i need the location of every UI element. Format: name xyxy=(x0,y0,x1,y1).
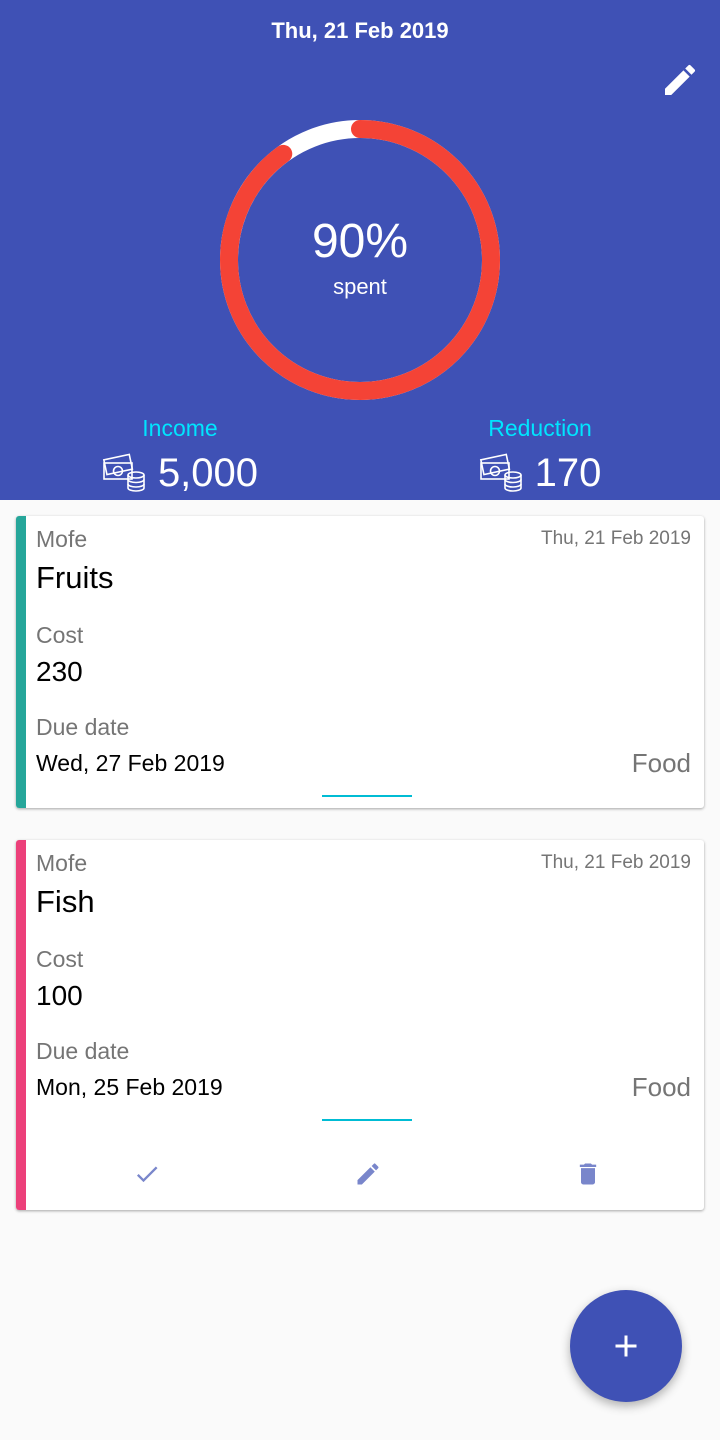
expense-created-date: Thu, 21 Feb 2019 xyxy=(541,528,691,549)
spent-label: spent xyxy=(333,274,387,299)
pencil-icon xyxy=(357,1163,379,1185)
check-icon xyxy=(136,1166,158,1183)
income-stat: Income 5,000 xyxy=(60,412,300,496)
cost-value: 100 xyxy=(36,980,83,1011)
expand-indicator xyxy=(322,1119,412,1121)
reduction-stat: Reduction 170 xyxy=(420,412,660,496)
spent-percent: 90% xyxy=(311,215,409,268)
category-color-bar xyxy=(16,840,26,1210)
reduction-label: Reduction xyxy=(488,415,592,441)
expense-category: Food xyxy=(631,748,691,778)
expense-card[interactable]: Mofe Thu, 21 Feb 2019 Fish Cost 100 Due … xyxy=(16,840,704,1210)
header-date: Thu, 21 Feb 2019 xyxy=(271,18,449,43)
pencil-icon xyxy=(665,64,696,95)
edit-budget-button[interactable] xyxy=(656,56,704,104)
ring-center: 90% spent xyxy=(210,110,510,410)
expense-created-date: Thu, 21 Feb 2019 xyxy=(541,852,691,873)
mark-paid-button[interactable] xyxy=(123,1154,171,1194)
reduction-value: 170 xyxy=(534,451,602,495)
plus-icon xyxy=(615,1335,637,1357)
cost-label: Cost xyxy=(36,622,84,648)
due-date-value: Wed, 27 Feb 2019 xyxy=(36,750,225,776)
expense-owner: Mofe xyxy=(36,850,88,876)
money-coins-icon xyxy=(102,453,145,492)
expense-title: Fruits xyxy=(36,560,114,595)
summary-header: Thu, 21 Feb 2019 90% spent Income 5,000 … xyxy=(0,0,720,500)
cost-value: 230 xyxy=(36,656,83,687)
delete-expense-button[interactable] xyxy=(564,1154,612,1194)
expense-card[interactable]: Mofe Thu, 21 Feb 2019 Fruits Cost 230 Du… xyxy=(16,516,704,808)
due-date-label: Due date xyxy=(36,714,130,740)
money-coins-icon xyxy=(479,453,522,492)
expense-title: Fish xyxy=(36,884,95,919)
add-expense-button[interactable] xyxy=(570,1290,682,1402)
expand-indicator xyxy=(322,795,412,797)
income-label: Income xyxy=(142,415,218,441)
expense-owner: Mofe xyxy=(36,526,88,552)
expense-category: Food xyxy=(631,1072,691,1102)
due-date-label: Due date xyxy=(36,1038,130,1064)
due-date-value: Mon, 25 Feb 2019 xyxy=(36,1074,223,1100)
trash-icon xyxy=(579,1163,597,1185)
category-color-bar xyxy=(16,516,26,808)
income-value: 5,000 xyxy=(157,451,259,495)
cost-label: Cost xyxy=(36,946,84,972)
edit-expense-button[interactable] xyxy=(344,1154,392,1194)
